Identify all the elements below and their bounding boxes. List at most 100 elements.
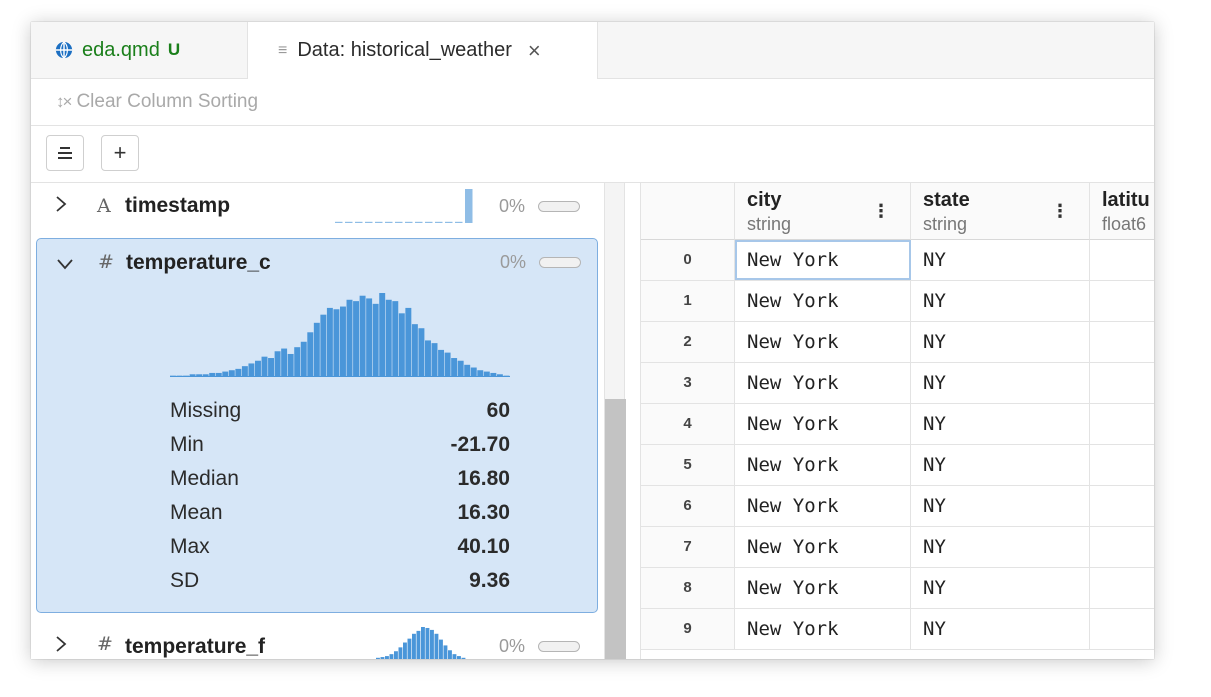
summary-card-temperature-c[interactable]: # temperature_c 0% Missing 60 Min -21.70 M…	[36, 238, 598, 613]
temperature-f-histogram	[376, 627, 466, 659]
cell-city[interactable]: New York	[735, 281, 911, 321]
missing-percent: 0%	[499, 196, 526, 216]
histogram-bar	[385, 656, 389, 659]
histogram-bar	[359, 295, 366, 377]
cell-city[interactable]: New York	[735, 404, 911, 444]
histogram-bar	[294, 347, 301, 377]
histogram-bar	[235, 368, 242, 377]
cell-state[interactable]: NY	[911, 240, 1090, 280]
histogram-bar	[255, 360, 261, 377]
histogram-bar	[431, 343, 438, 377]
cell-state[interactable]: NY	[911, 322, 1090, 362]
table-row: 3 New York NY	[641, 363, 1154, 404]
summary-scrollbar[interactable]	[604, 183, 626, 659]
histogram-bar	[313, 322, 320, 377]
row-index: 6	[641, 486, 735, 526]
histogram-bar	[405, 221, 413, 223]
row-index: 5	[641, 445, 735, 485]
chevron-right-icon[interactable]	[55, 195, 67, 219]
summary-controls: +	[31, 127, 1154, 183]
histogram-bar	[392, 301, 399, 377]
histogram-bar	[461, 657, 466, 659]
number-type-icon: #	[97, 633, 113, 655]
collapse-all-button[interactable]	[46, 135, 84, 171]
cell-city[interactable]: New York	[735, 363, 911, 403]
column-header-latitude[interactable]: latitu float6	[1090, 183, 1154, 240]
histogram-bar	[421, 627, 425, 659]
column-name: temperature_c	[126, 251, 271, 274]
cell-state[interactable]: NY	[911, 445, 1090, 485]
histogram-bar	[340, 306, 346, 377]
histogram-bar	[333, 309, 340, 377]
row-index: 2	[641, 322, 735, 362]
histogram-bar	[407, 638, 412, 659]
histogram-bar	[418, 328, 425, 377]
cell-state[interactable]: NY	[911, 404, 1090, 444]
histogram-bar	[385, 221, 393, 223]
cell-city[interactable]: New York	[735, 240, 911, 280]
histogram-bar	[241, 366, 248, 377]
histogram-bar	[345, 221, 353, 223]
histogram-bar	[346, 299, 353, 377]
histogram-bar	[465, 189, 473, 223]
chevron-down-icon[interactable]	[56, 253, 74, 276]
collapse-icon	[58, 147, 72, 159]
cell-city[interactable]: New York	[735, 445, 911, 485]
globe-icon	[55, 41, 73, 59]
histogram-bar	[375, 221, 383, 223]
histogram-bar	[355, 221, 363, 223]
summary-row-temperature-f[interactable]: # temperature_f 0%	[31, 623, 604, 659]
tab-eda-qmd[interactable]: eda.qmd U	[31, 22, 248, 78]
clear-column-sorting-button[interactable]: ↕× Clear Column Sorting	[31, 79, 1154, 126]
histogram-bar	[477, 370, 484, 377]
cell-city[interactable]: New York	[735, 527, 911, 567]
histogram-bar	[457, 360, 464, 377]
row-index: 4	[641, 404, 735, 444]
cell-state[interactable]: NY	[911, 363, 1090, 403]
cell-city[interactable]: New York	[735, 609, 911, 649]
summary-row-timestamp[interactable]: A timestamp 0%	[31, 183, 604, 235]
histogram-bar	[403, 642, 407, 659]
table-row: 5 New York NY	[641, 445, 1154, 486]
close-icon[interactable]: ×	[528, 38, 541, 64]
data-lines-icon: ≡	[278, 41, 288, 59]
scrollbar-thumb[interactable]	[605, 399, 626, 659]
row-index: 9	[641, 609, 735, 649]
add-button[interactable]: +	[101, 135, 139, 171]
tab-data-historical-weather[interactable]: ≡ Data: historical_weather ×	[248, 22, 598, 79]
histogram-bar	[395, 221, 403, 223]
histogram-bar	[379, 293, 386, 377]
histogram-bar	[464, 364, 471, 377]
histogram-bar	[416, 630, 421, 659]
plus-icon: +	[113, 140, 127, 165]
cell-state[interactable]: NY	[911, 486, 1090, 526]
cell-state[interactable]: NY	[911, 527, 1090, 567]
histogram-bar	[376, 657, 380, 659]
histogram-bar	[457, 656, 461, 659]
histogram-bar	[443, 645, 448, 659]
histogram-bar	[320, 314, 327, 377]
temperature-c-histogram	[170, 293, 510, 377]
cell-city[interactable]: New York	[735, 568, 911, 608]
cell-state[interactable]: NY	[911, 609, 1090, 649]
column-header-state[interactable]: state string ⋮	[911, 183, 1090, 240]
histogram-bar	[438, 349, 445, 377]
chevron-right-icon[interactable]	[55, 635, 67, 659]
histogram-bar	[455, 221, 463, 223]
column-menu-icon[interactable]: ⋮	[872, 201, 890, 222]
table-row: 7 New York NY	[641, 527, 1154, 568]
cell-city[interactable]: New York	[735, 322, 911, 362]
histogram-bar	[405, 307, 412, 377]
string-type-icon: A	[97, 195, 111, 217]
histogram-bar	[425, 627, 430, 659]
cell-state[interactable]: NY	[911, 568, 1090, 608]
column-menu-icon[interactable]: ⋮	[1051, 201, 1069, 222]
histogram-bar	[451, 358, 458, 377]
histogram-bar	[380, 657, 385, 659]
table-row: 8 New York NY	[641, 568, 1154, 609]
histogram-bar	[372, 303, 379, 377]
histogram-bar	[366, 298, 373, 377]
cell-state[interactable]: NY	[911, 281, 1090, 321]
column-header-city[interactable]: city string ⋮	[735, 183, 911, 240]
cell-city[interactable]: New York	[735, 486, 911, 526]
